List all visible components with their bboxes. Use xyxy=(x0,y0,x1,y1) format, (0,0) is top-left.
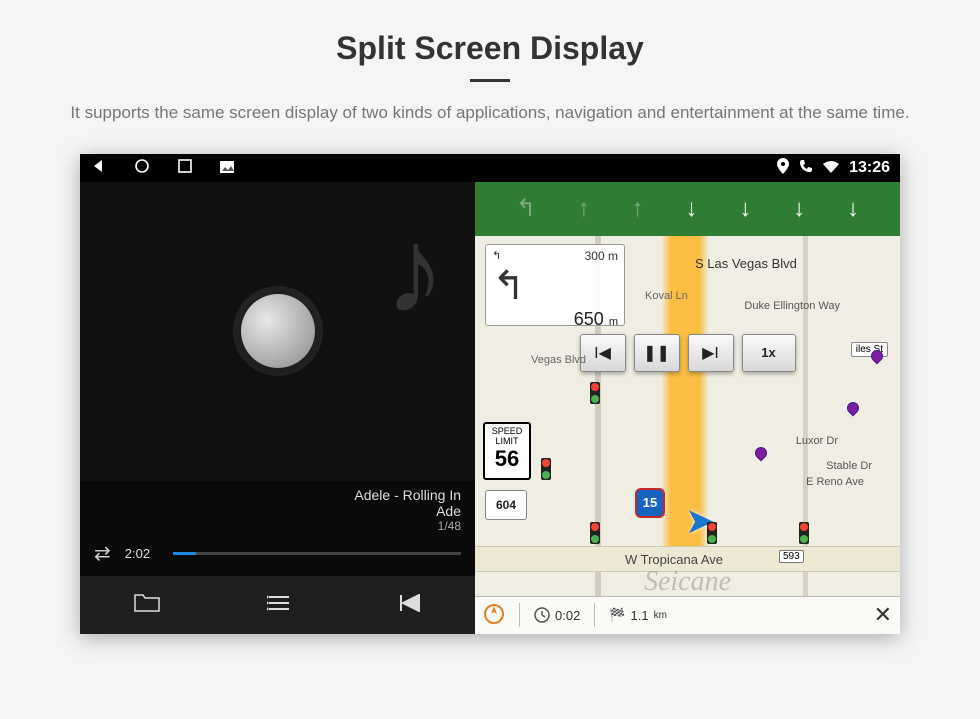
lane-arrow-icon: ↓ xyxy=(793,195,805,223)
lane-arrow-icon: ↓ xyxy=(686,195,698,223)
street-label: Duke Ellington Way xyxy=(744,300,840,312)
speed-limit-value: 56 xyxy=(485,448,529,470)
subtitle: It supports the same screen display of t… xyxy=(0,100,980,126)
lane-arrow-icon: ↰ xyxy=(516,194,536,223)
traffic-light-icon xyxy=(590,382,600,404)
next-turn-dist: 300 xyxy=(585,249,605,263)
track-artist: Ade xyxy=(94,503,461,519)
phone-icon xyxy=(799,159,813,176)
turn-distance-unit: m xyxy=(609,316,618,328)
traffic-light-icon xyxy=(799,522,809,544)
flag-icon: 🏁 xyxy=(609,607,625,623)
speed-limit-label: SPEED LIMIT xyxy=(485,426,529,446)
wifi-icon xyxy=(823,160,839,176)
music-note-icon: ♪ xyxy=(385,202,445,340)
track-title: Adele - Rolling In xyxy=(94,487,461,503)
traffic-light-icon xyxy=(707,522,717,544)
music-panel: ♪ Adele - Rolling In Ade 1/48 ⇄ 2:02 xyxy=(80,182,475,634)
turn-arrow-icon: ↰ xyxy=(492,263,526,309)
eta-time[interactable]: 0:02 xyxy=(534,607,580,623)
shuffle-icon[interactable]: ⇄ xyxy=(94,541,111,566)
clock: 13:26 xyxy=(849,159,890,177)
interstate-sign: 15 xyxy=(635,488,665,518)
elapsed-time: 2:02 xyxy=(125,546,159,561)
recent-icon[interactable] xyxy=(178,159,192,176)
sim-speed-button[interactable]: 1x xyxy=(742,334,796,372)
watermark: Seicane xyxy=(644,566,731,598)
street-label: S Las Vegas Blvd xyxy=(695,256,797,271)
playlist-icon[interactable] xyxy=(267,592,291,618)
lane-guidance: ↰ ↑ ↑ ↓ ↓ ↓ ↓ xyxy=(475,182,900,236)
distance-value: 1.1 xyxy=(631,608,649,623)
street-label: Stable Dr xyxy=(826,460,872,472)
page-title: Split Screen Display xyxy=(0,0,980,67)
location-icon xyxy=(777,158,789,177)
route-sign: 604 xyxy=(485,490,527,520)
back-icon[interactable] xyxy=(90,158,106,177)
next-turn-icon: ↰ xyxy=(492,249,501,263)
remaining-distance[interactable]: 🏁 1.1 km xyxy=(609,607,667,623)
home-icon[interactable] xyxy=(134,158,150,177)
turn-distance: 650 xyxy=(574,309,604,329)
statusbar: 13:26 xyxy=(80,154,900,182)
street-label: E Reno Ave xyxy=(806,476,864,488)
title-underline xyxy=(470,79,510,82)
sim-playback-controls: I◀ ❚❚ ▶I 1x xyxy=(475,334,900,372)
route-tag: 593 xyxy=(779,550,804,563)
lane-arrow-icon: ↑ xyxy=(632,195,644,223)
track-info: Adele - Rolling In Ade 1/48 xyxy=(80,481,475,535)
map-panel[interactable]: ↰ ↑ ↑ ↓ ↓ ↓ ↓ ↰ 300 m ↰ 650 m I◀ xyxy=(475,182,900,634)
music-bottom-bar xyxy=(80,576,475,634)
album-art: ♪ xyxy=(80,182,475,481)
sim-pause-button[interactable]: ❚❚ xyxy=(634,334,680,372)
image-icon xyxy=(220,160,234,176)
compass-icon[interactable] xyxy=(483,603,505,628)
previous-icon[interactable] xyxy=(399,592,421,618)
folder-icon[interactable] xyxy=(134,592,160,618)
sim-next-button[interactable]: ▶I xyxy=(688,334,734,372)
device-screen: 13:26 ♪ Adele - Rolling In Ade 1/48 ⇄ 2:… xyxy=(80,154,900,634)
poi-pin-icon[interactable] xyxy=(845,399,862,416)
speed-limit-sign: SPEED LIMIT 56 xyxy=(483,422,531,480)
lane-arrow-icon: ↑ xyxy=(578,195,590,223)
traffic-light-icon xyxy=(590,522,600,544)
traffic-light-icon xyxy=(541,458,551,480)
play-button[interactable] xyxy=(241,294,315,368)
turn-instruction[interactable]: ↰ 300 m ↰ 650 m xyxy=(485,244,625,326)
track-index: 1/48 xyxy=(94,519,461,533)
map-bottom-bar: 0:02 🏁 1.1 km ✕ xyxy=(475,596,900,634)
close-button[interactable]: ✕ xyxy=(874,602,892,628)
street-label: Vegas Blvd xyxy=(531,354,586,366)
poi-pin-icon[interactable] xyxy=(753,444,770,461)
progress-bar[interactable] xyxy=(173,552,461,555)
street-label: Koval Ln xyxy=(645,290,688,302)
sim-prev-button[interactable]: I◀ xyxy=(580,334,626,372)
progress-fill xyxy=(173,552,196,555)
next-turn-unit: m xyxy=(608,249,618,263)
lane-arrow-icon: ↓ xyxy=(847,195,859,223)
street-label: W Tropicana Ave xyxy=(625,552,723,567)
lane-arrow-icon: ↓ xyxy=(739,195,751,223)
eta-value: 0:02 xyxy=(555,608,580,623)
street-label: Luxor Dr xyxy=(796,435,838,447)
distance-unit: km xyxy=(654,610,667,621)
